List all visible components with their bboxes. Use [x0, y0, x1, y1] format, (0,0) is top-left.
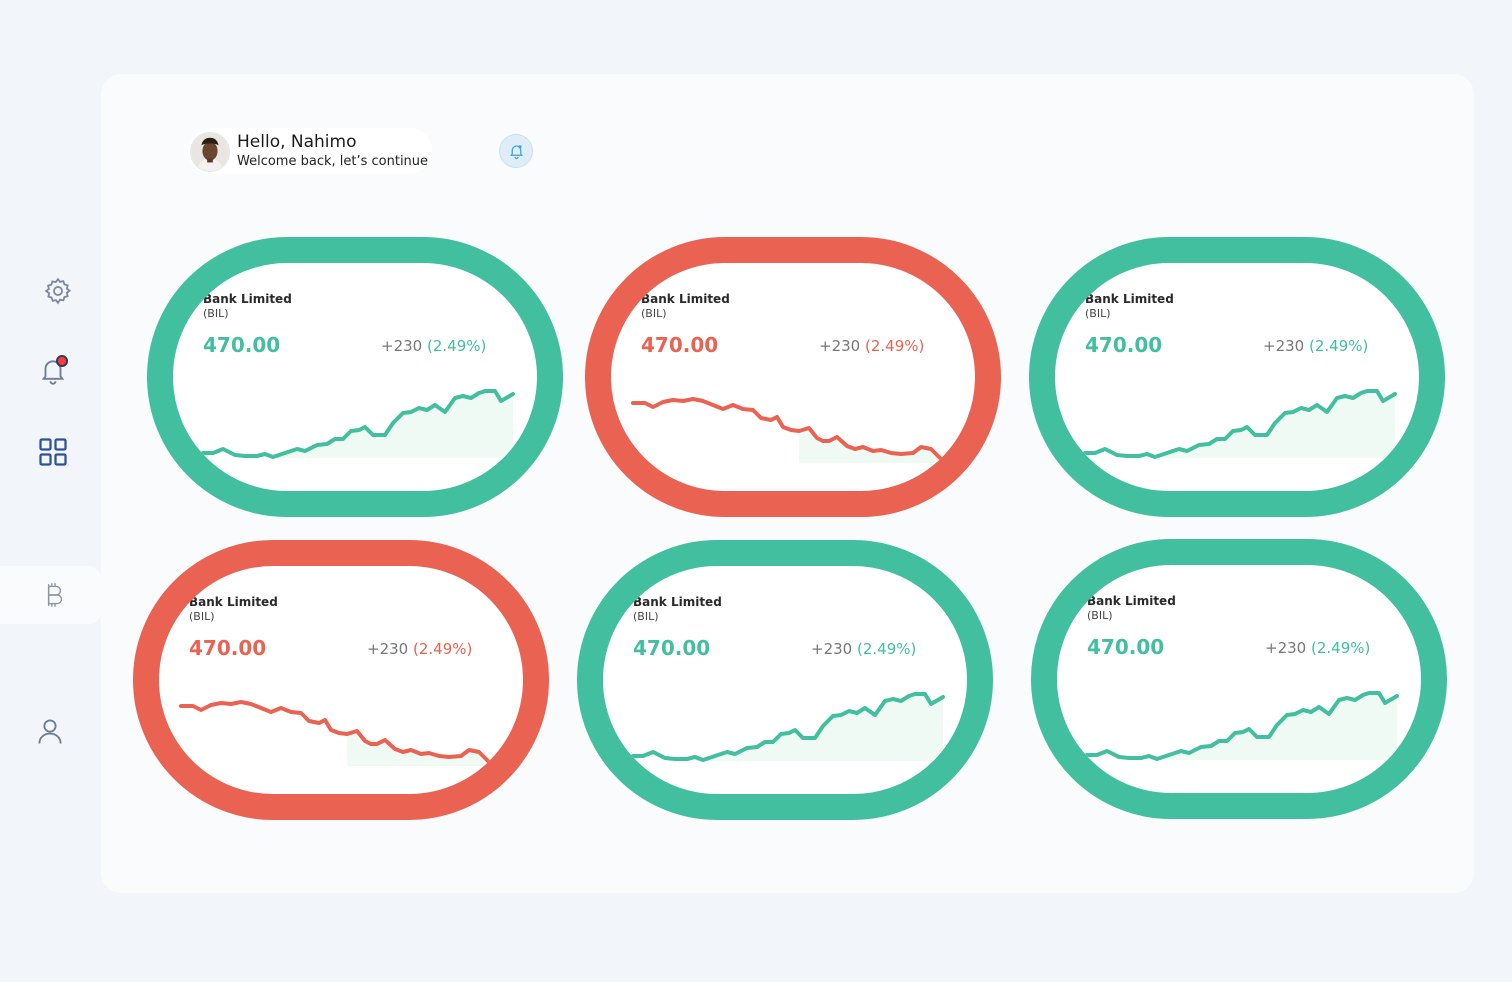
stock-change: +230 (2.49%): [1265, 639, 1370, 657]
change-percent: (2.49%): [1308, 337, 1369, 355]
stock-price: 470.00: [203, 333, 281, 357]
sparkline-area: [347, 731, 507, 770]
sidebar-item-crypto[interactable]: [0, 566, 101, 624]
stock-name: Bank Limited: [1085, 292, 1174, 306]
change-value: +230: [1265, 639, 1307, 657]
greeting-header: Hello, Nahimo Welcome back, let’s contin…: [188, 128, 432, 174]
sparkline-area: [695, 694, 943, 761]
stock-ticker: (BIL): [633, 610, 659, 623]
gear-icon[interactable]: [43, 276, 73, 306]
stock-card[interactable]: Bank Limited (BIL) 470.00 +230 (2.49%): [1029, 237, 1445, 517]
sparkline-area: [1147, 391, 1395, 458]
bitcoin-icon: [41, 580, 67, 610]
stock-card[interactable]: Bank Limited (BIL) 470.00 +230 (2.49%): [147, 237, 563, 517]
change-value: +230: [1263, 337, 1305, 355]
greeting-subtitle: Welcome back, let’s continue: [237, 154, 429, 169]
user-icon[interactable]: [35, 716, 65, 746]
stock-name: Bank Limited: [189, 595, 278, 609]
change-percent: (2.49%): [1310, 639, 1371, 657]
change-percent: (2.49%): [856, 640, 917, 658]
stock-ticker: (BIL): [1087, 609, 1113, 622]
greeting-title: Hello, Nahimo: [237, 132, 357, 152]
notification-badge: [56, 355, 68, 367]
stock-change: +230 (2.49%): [1263, 337, 1368, 355]
bell-icon: [509, 145, 524, 160]
change-value: +230: [367, 640, 409, 658]
stock-change: +230 (2.49%): [819, 337, 924, 355]
change-value: +230: [381, 337, 423, 355]
change-percent: (2.49%): [864, 337, 925, 355]
stock-price: 470.00: [189, 636, 267, 660]
alert-button[interactable]: [499, 134, 533, 168]
stock-price: 470.00: [633, 636, 711, 660]
stock-card[interactable]: Bank Limited (BIL) 470.00 +230 (2.49%): [585, 237, 1001, 517]
stock-ticker: (BIL): [641, 307, 667, 320]
stock-ticker: (BIL): [189, 610, 215, 623]
stock-card[interactable]: Bank Limited (BIL) 470.00 +230 (2.49%): [133, 540, 549, 820]
change-percent: (2.49%): [412, 640, 473, 658]
stock-name: Bank Limited: [203, 292, 292, 306]
stock-change: +230 (2.49%): [381, 337, 486, 355]
change-value: +230: [819, 337, 861, 355]
stock-price: 470.00: [1085, 333, 1163, 357]
stock-ticker: (BIL): [1085, 307, 1111, 320]
stock-card[interactable]: Bank Limited (BIL) 470.00 +230 (2.49%): [577, 540, 993, 820]
change-value: +230: [811, 640, 853, 658]
sparkline-area: [799, 428, 959, 467]
stock-name: Bank Limited: [633, 595, 722, 609]
stock-price: 470.00: [641, 333, 719, 357]
stock-change: +230 (2.49%): [811, 640, 916, 658]
sparkline-area: [265, 391, 513, 458]
avatar[interactable]: [190, 132, 230, 172]
change-percent: (2.49%): [426, 337, 487, 355]
stock-price: 470.00: [1087, 635, 1165, 659]
sparkline-area: [1149, 693, 1397, 760]
stock-name: Bank Limited: [1087, 594, 1176, 608]
grid-icon[interactable]: [38, 437, 68, 467]
stock-ticker: (BIL): [203, 307, 229, 320]
stock-change: +230 (2.49%): [367, 640, 472, 658]
stock-card[interactable]: Bank Limited (BIL) 470.00 +230 (2.49%): [1031, 539, 1447, 819]
stock-name: Bank Limited: [641, 292, 730, 306]
